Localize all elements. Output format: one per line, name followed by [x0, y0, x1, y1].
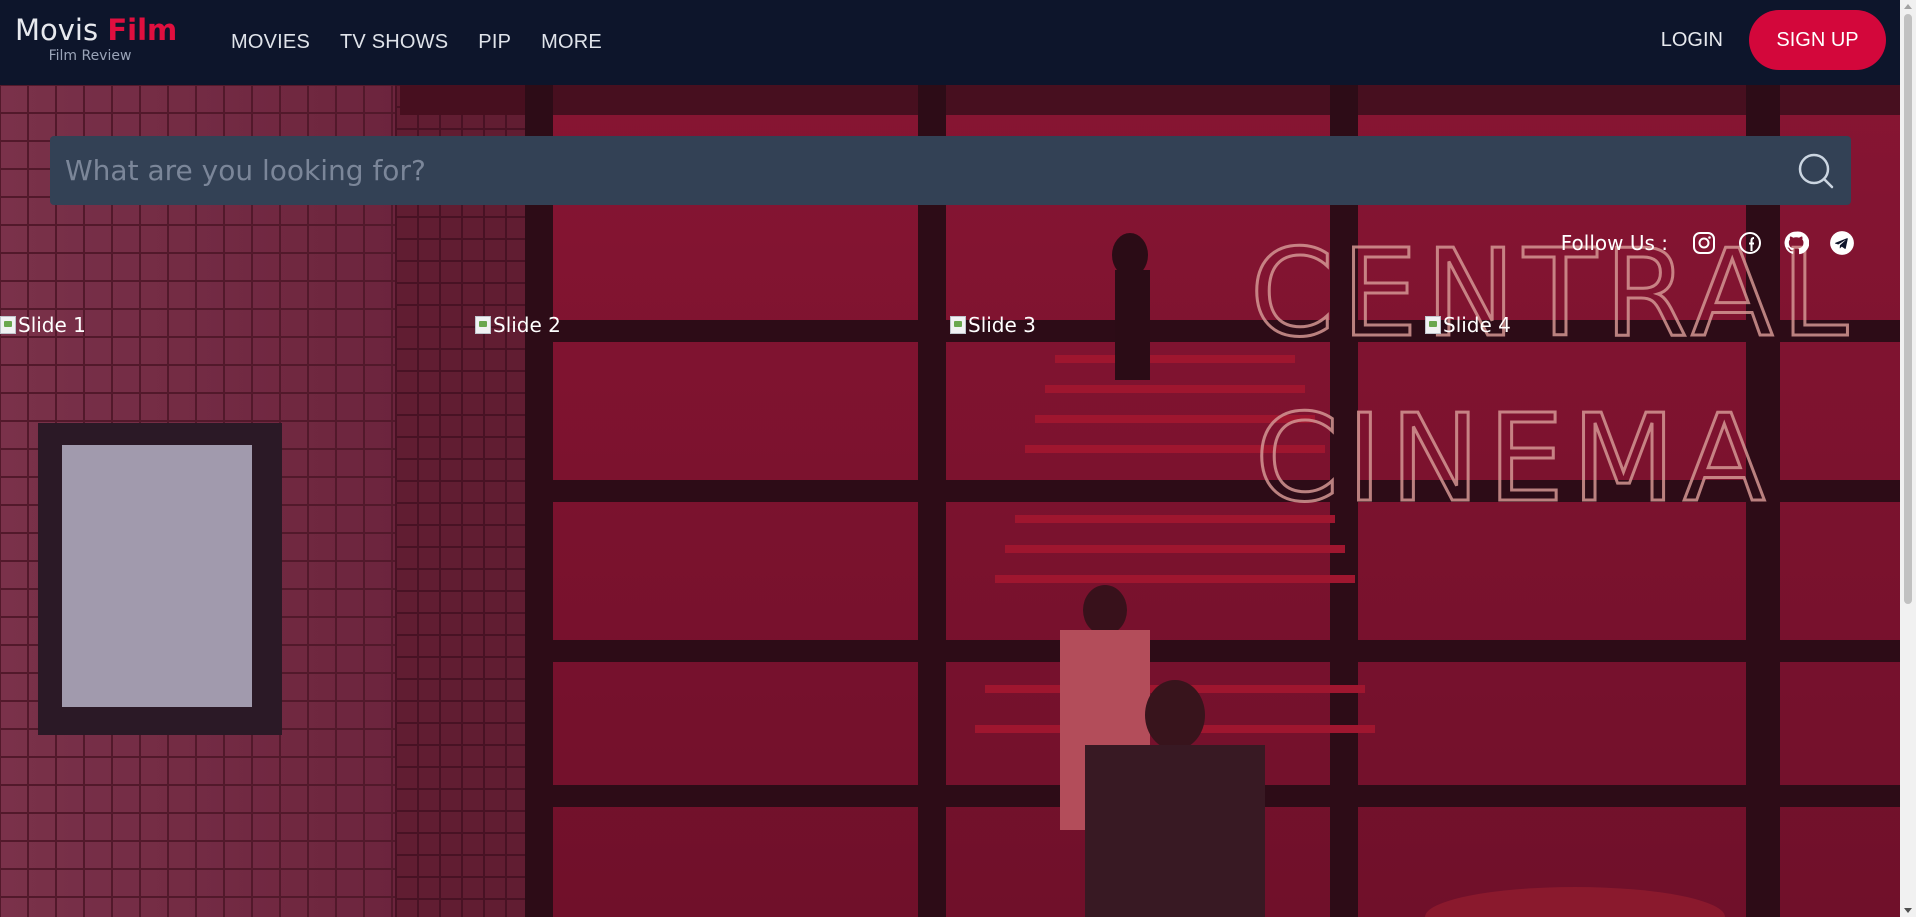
broken-image-icon: [1425, 316, 1441, 334]
logo-text: Movis Film: [15, 10, 178, 50]
login-button[interactable]: LOGIN: [1655, 29, 1729, 52]
page-scrollbar[interactable]: [1900, 0, 1916, 917]
scroll-down-arrow-icon[interactable]: [1904, 908, 1912, 913]
broken-image-icon: [475, 316, 491, 334]
nav-more[interactable]: MORE: [541, 31, 602, 54]
social-links: Follow Us :: [1561, 227, 1858, 259]
logo-main-word: Movis: [15, 13, 99, 47]
slide-alt-text: Slide 4: [1443, 313, 1511, 337]
telegram-icon[interactable]: [1826, 227, 1858, 259]
slide-item[interactable]: Slide 3: [950, 310, 1425, 340]
search-bar: [50, 136, 1851, 205]
hero-overlay: [0, 85, 1900, 917]
instagram-icon[interactable]: [1688, 227, 1720, 259]
signup-button[interactable]: SIGN UP: [1749, 10, 1886, 70]
scroll-up-arrow-icon[interactable]: [1904, 4, 1912, 9]
slide-alt-text: Slide 1: [18, 313, 86, 337]
broken-image-icon: [0, 316, 16, 334]
top-nav-bar: Movis Film Film Review MOVIES TV SHOWS P…: [0, 0, 1900, 85]
nav-movies[interactable]: MOVIES: [231, 31, 310, 54]
slide-alt-text: Slide 3: [968, 313, 1036, 337]
slide-carousel: Slide 1 Slide 2 Slide 3 Slide 4: [0, 310, 1900, 340]
github-icon[interactable]: [1780, 227, 1812, 259]
slide-alt-text: Slide 2: [493, 313, 561, 337]
broken-image-icon: [950, 316, 966, 334]
slide-item[interactable]: Slide 1: [0, 310, 475, 340]
nav-tv-shows[interactable]: TV SHOWS: [340, 31, 448, 54]
slide-item[interactable]: Slide 4: [1425, 310, 1900, 340]
search-input[interactable]: [50, 136, 1781, 205]
follow-us-label: Follow Us :: [1560, 231, 1668, 255]
hero-banner: CENTRAL CINEMA Follow Us :: [0, 85, 1900, 917]
facebook-icon[interactable]: [1734, 227, 1766, 259]
logo-accent-word: Film: [107, 13, 178, 47]
logo-tagline: Film Review: [48, 48, 132, 64]
site-logo[interactable]: Movis Film Film Review: [15, 10, 178, 64]
search-icon[interactable]: [1781, 136, 1851, 205]
auth-actions: LOGIN SIGN UP: [1655, 10, 1886, 70]
scrollbar-thumb[interactable]: [1904, 14, 1912, 604]
slide-item[interactable]: Slide 2: [475, 310, 950, 340]
nav-pip[interactable]: PIP: [478, 31, 511, 54]
main-nav: MOVIES TV SHOWS PIP MORE: [231, 0, 602, 85]
